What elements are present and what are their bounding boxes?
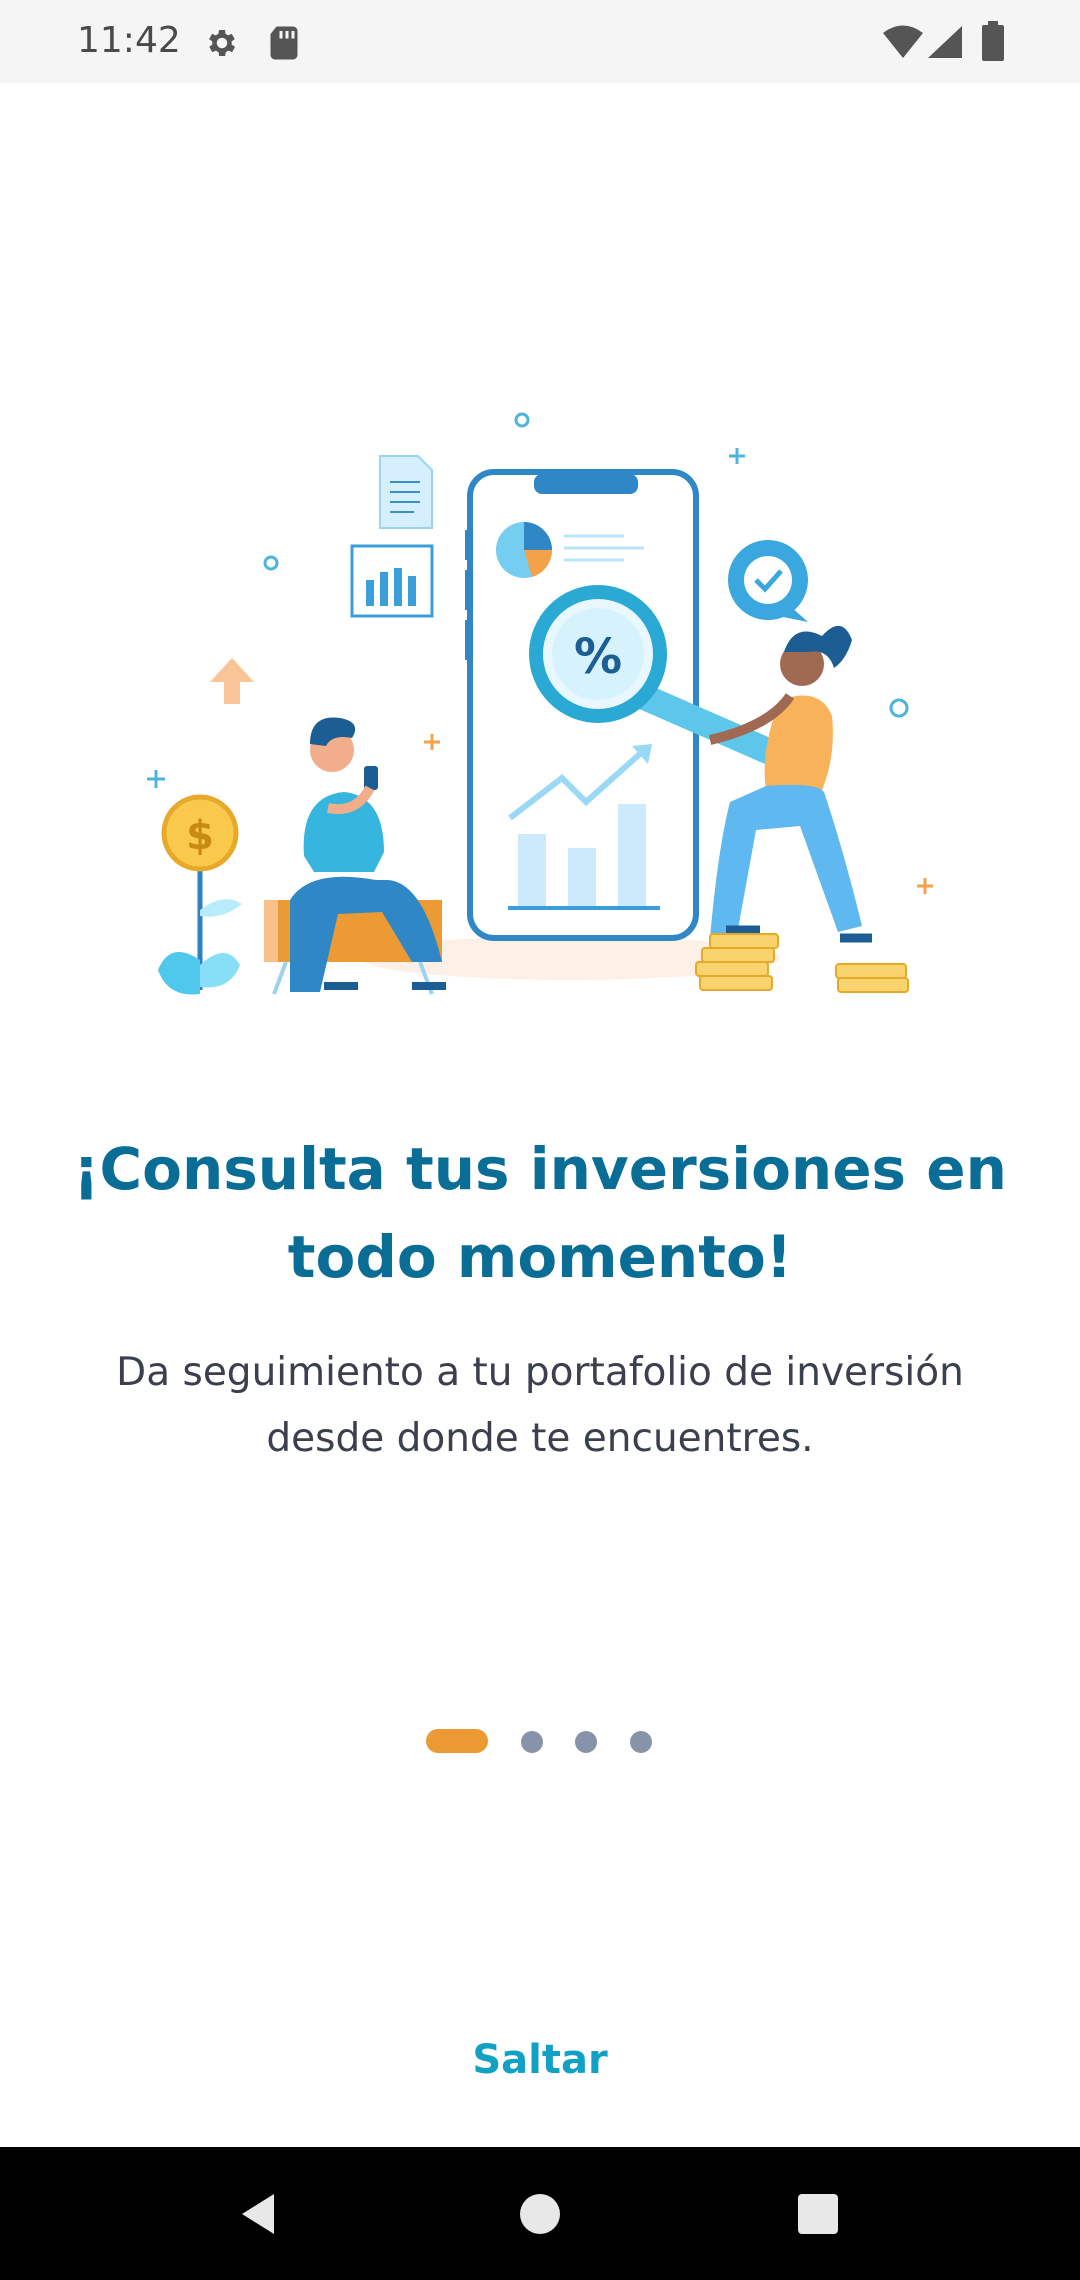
status-time: 11:42 (77, 20, 181, 61)
back-icon (242, 2193, 274, 2234)
skip-button[interactable]: Saltar (390, 2025, 690, 2095)
onboarding-title: ¡Consulta tus inversiones en todo moment… (73, 1135, 1007, 1291)
bar-chart-icon (350, 544, 434, 618)
sparkle-icon (917, 878, 933, 894)
home-icon (520, 2193, 560, 2234)
decor-circle (514, 412, 530, 428)
sparkle-icon (424, 734, 440, 750)
status-bar: 11:42 (0, 0, 1080, 83)
onboarding-illustration: $ % (147, 412, 933, 995)
page-dot[interactable] (575, 1731, 597, 1753)
woman-character (708, 625, 872, 943)
page-dot[interactable] (630, 1731, 652, 1753)
home-button[interactable] (480, 2147, 600, 2280)
onboarding-subtitle: Da seguimiento a tu portafolio de invers… (116, 1350, 964, 1461)
svg-text:%: % (574, 629, 622, 685)
pie-chart-icon (496, 522, 553, 578)
signal-icon (928, 26, 962, 58)
dollar-coin-icon: $ (158, 794, 242, 995)
check-bubble-icon (728, 540, 808, 622)
man-character (264, 717, 446, 995)
decor-circle (889, 698, 909, 718)
sd-card-icon (270, 26, 298, 60)
page-dot[interactable] (521, 1731, 543, 1753)
page-dot-active[interactable] (426, 1729, 488, 1753)
battery-icon (982, 21, 1004, 61)
sparkle-icon (729, 448, 745, 464)
wifi-icon (883, 25, 923, 58)
recents-button[interactable] (758, 2147, 878, 2280)
navigation-bar (0, 2147, 1080, 2280)
page-indicator (0, 1729, 1080, 1753)
decor-circle (263, 555, 279, 571)
arrow-up-icon (210, 658, 254, 704)
coins-icon (695, 933, 909, 993)
recents-icon (798, 2193, 838, 2234)
svg-text:$: $ (186, 813, 214, 859)
sparkle-icon (147, 770, 165, 788)
settings-icon (209, 29, 236, 57)
back-button[interactable] (198, 2147, 318, 2280)
document-icon (379, 455, 433, 529)
